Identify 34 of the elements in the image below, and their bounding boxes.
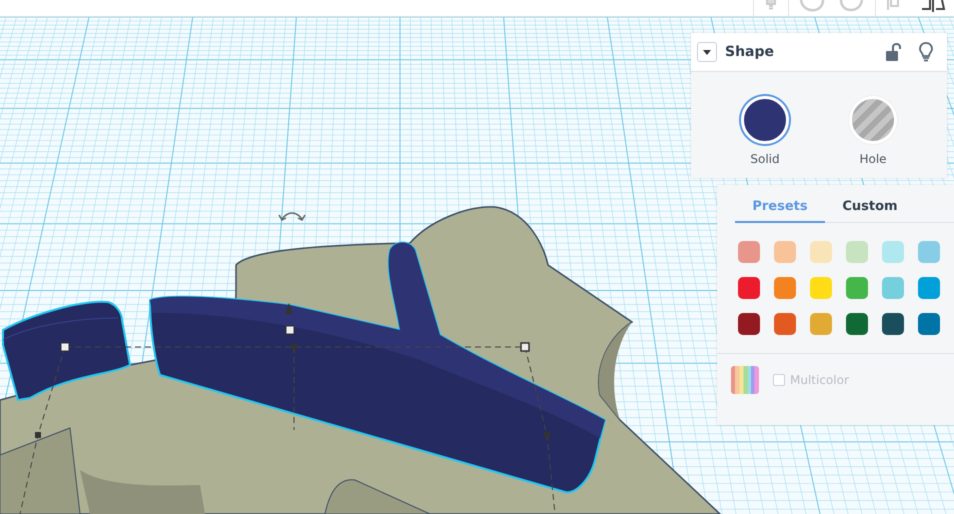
color-swatch[interactable] xyxy=(810,313,832,335)
redo-icon[interactable] xyxy=(839,0,865,12)
mirror-icon[interactable] xyxy=(920,0,946,12)
panel-title: Shape xyxy=(725,44,776,60)
color-swatch[interactable] xyxy=(918,241,940,263)
hole-option[interactable]: Hole xyxy=(837,96,909,166)
color-swatch[interactable] xyxy=(918,277,940,299)
color-swatch[interactable] xyxy=(774,313,796,335)
color-swatch[interactable] xyxy=(738,313,760,335)
option-label: Solid xyxy=(750,152,780,166)
caret-icon xyxy=(703,50,711,54)
color-swatch[interactable] xyxy=(810,277,832,299)
color-swatch[interactable] xyxy=(774,277,796,299)
solid-option[interactable]: Solid xyxy=(729,96,801,166)
color-swatch[interactable] xyxy=(738,277,760,299)
color-swatch[interactable] xyxy=(738,241,760,263)
lightbulb-icon[interactable] xyxy=(919,42,933,62)
color-swatch[interactable] xyxy=(882,313,904,335)
multicolor-swatch[interactable] xyxy=(731,366,759,394)
unlocked-padlock-icon[interactable] xyxy=(885,42,901,62)
color-swatch[interactable] xyxy=(774,241,796,263)
checkbox-label: Multicolor xyxy=(790,373,849,387)
color-swatch[interactable] xyxy=(810,241,832,263)
color-swatch[interactable] xyxy=(846,241,868,263)
color-swatch[interactable] xyxy=(846,313,868,335)
color-swatch[interactable] xyxy=(846,277,868,299)
color-swatch[interactable] xyxy=(882,241,904,263)
undo-icon[interactable] xyxy=(799,0,825,12)
dropdown-button[interactable] xyxy=(697,42,717,62)
panel-tab[interactable]: Custom xyxy=(825,185,915,223)
color-swatch[interactable] xyxy=(882,277,904,299)
align-icon[interactable] xyxy=(886,0,900,10)
color-swatch[interactable] xyxy=(918,313,940,335)
option-label: Hole xyxy=(859,152,887,166)
